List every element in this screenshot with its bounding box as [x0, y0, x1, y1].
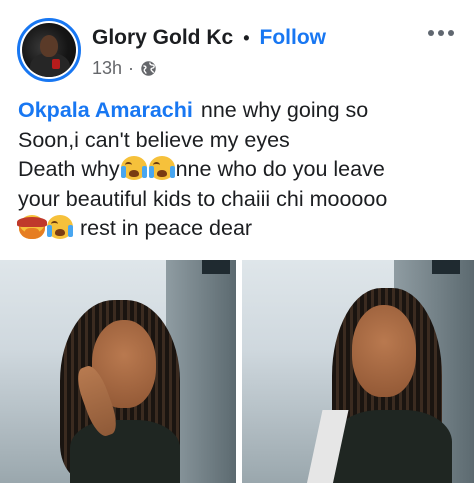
text-line-5: rest in peace dear: [17, 214, 464, 244]
facebook-post: Glory Gold Kc • Follow 13h · Okpala Amar…: [0, 0, 474, 483]
mention-link[interactable]: Okpala Amarachi: [18, 98, 193, 122]
post-timestamp[interactable]: 13h: [92, 58, 122, 79]
avatar-image: [22, 23, 76, 77]
text-line-3: Death why nne who do you leave: [18, 156, 385, 181]
text-line-2: Soon,i can't believe my eyes: [18, 127, 290, 152]
meta-separator: ·: [128, 58, 135, 78]
crying-face-emoji: [120, 156, 147, 180]
author-avatar[interactable]: [17, 18, 81, 82]
globe-icon[interactable]: [140, 60, 157, 77]
post-photo-1[interactable]: [0, 260, 236, 483]
post-text: Okpala Amarachi nne why going so Soon,i c…: [17, 96, 464, 244]
post-meta: 13h ·: [92, 58, 157, 79]
follow-button[interactable]: Follow: [260, 26, 327, 50]
more-options-icon[interactable]: [428, 26, 458, 40]
post-photo-2[interactable]: [242, 260, 474, 483]
crying-face-emoji: [148, 156, 175, 180]
post-photos: [0, 260, 474, 483]
text-line-1: Okpala Amarachi nne why going so: [18, 98, 369, 122]
author-name[interactable]: Glory Gold Kc: [92, 26, 233, 50]
header-separator: •: [243, 27, 250, 48]
post-header: Glory Gold Kc • Follow: [92, 24, 326, 52]
facepalm-emoji: [17, 215, 47, 239]
text-line-4: your beautiful kids to chaiii chi mooooo: [18, 186, 388, 211]
crying-face-emoji: [47, 215, 73, 239]
